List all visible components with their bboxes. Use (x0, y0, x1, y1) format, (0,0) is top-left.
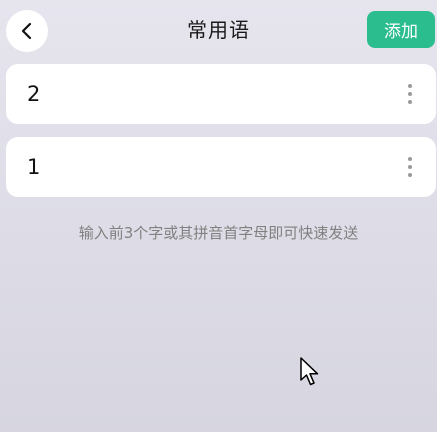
phrase-item[interactable]: 1 (6, 137, 436, 197)
add-button[interactable]: 添加 (367, 11, 435, 48)
more-options-icon[interactable] (396, 147, 424, 187)
phrase-text: 1 (27, 155, 41, 179)
hint-text: 输入前3个字或其拼音首字母即可快速发送 (78, 224, 359, 242)
phrase-text: 2 (27, 82, 41, 106)
mouse-cursor-icon (300, 357, 319, 386)
phrase-item[interactable]: 2 (6, 64, 436, 124)
more-options-icon[interactable] (396, 74, 424, 114)
